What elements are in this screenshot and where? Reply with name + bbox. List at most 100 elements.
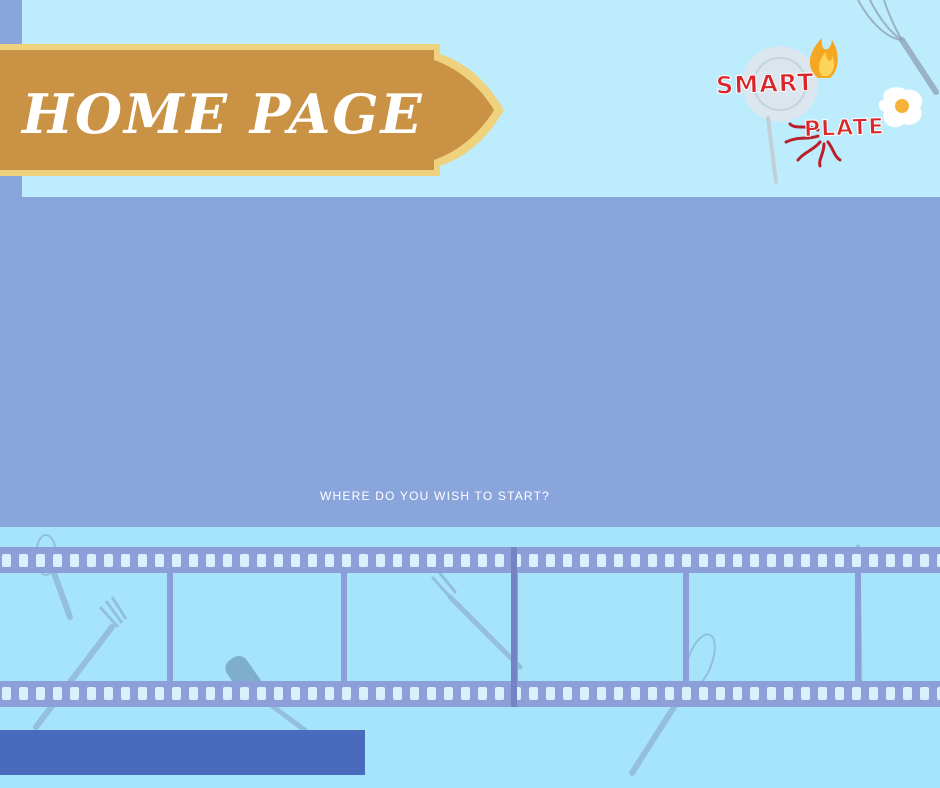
- film-hole: [36, 554, 45, 567]
- film-hole: [138, 687, 147, 700]
- film-hole: [189, 554, 198, 567]
- film-hole: [631, 687, 640, 700]
- logo-word-smart: SMART: [715, 68, 815, 100]
- film-hole: [325, 554, 334, 567]
- film-hole: [835, 687, 844, 700]
- film-hole: [70, 554, 79, 567]
- film-hole: [529, 554, 538, 567]
- film-hole: [444, 687, 453, 700]
- film-hole: [648, 687, 657, 700]
- film-hole: [427, 554, 436, 567]
- film-hole: [852, 687, 861, 700]
- film-hole: [257, 554, 266, 567]
- film-hole: [376, 554, 385, 567]
- film-hole: [903, 687, 912, 700]
- film-hole: [206, 687, 215, 700]
- film-hole: [750, 554, 759, 567]
- film-hole: [614, 554, 623, 567]
- logo-word-plate: PLATE: [803, 114, 885, 143]
- film-hole: [682, 554, 691, 567]
- film-hole: [240, 554, 249, 567]
- film-hole: [342, 687, 351, 700]
- film-hole: [308, 554, 317, 567]
- film-hole: [206, 554, 215, 567]
- film-hole: [835, 554, 844, 567]
- film-hole: [393, 554, 402, 567]
- fork-icon: [33, 596, 128, 730]
- film-hole: [36, 687, 45, 700]
- film-hole: [155, 554, 164, 567]
- film-hole: [665, 554, 674, 567]
- film-hole: [614, 687, 623, 700]
- fork-icon: [766, 116, 778, 184]
- film-hole: [104, 687, 113, 700]
- film-hole: [495, 554, 504, 567]
- film-hole: [869, 687, 878, 700]
- film-hole: [104, 554, 113, 567]
- film-hole: [291, 687, 300, 700]
- film-hole: [648, 554, 657, 567]
- film-hole: [478, 687, 487, 700]
- film-hole: [750, 687, 759, 700]
- film-hole: [597, 687, 606, 700]
- film-hole: [121, 687, 130, 700]
- film-hole: [580, 554, 589, 567]
- film-hole: [87, 687, 96, 700]
- film-hole: [359, 554, 368, 567]
- film-seam: [511, 547, 517, 707]
- film-hole: [716, 554, 725, 567]
- film-hole: [376, 687, 385, 700]
- film-hole: [801, 687, 810, 700]
- film-hole: [580, 687, 589, 700]
- film-hole: [767, 687, 776, 700]
- film-hole: [172, 687, 181, 700]
- film-hole: [699, 554, 708, 567]
- film-hole: [461, 554, 470, 567]
- film-hole: [427, 687, 436, 700]
- film-strip: [0, 547, 940, 707]
- film-hole: [2, 554, 11, 567]
- film-hole: [19, 554, 28, 567]
- film-hole: [189, 687, 198, 700]
- film-hole: [121, 554, 130, 567]
- film-hole: [716, 687, 725, 700]
- film-hole: [444, 554, 453, 567]
- smart-plate-logo: SMART PLATE: [700, 0, 940, 190]
- film-frame-divider: [341, 573, 347, 681]
- film-hole: [70, 687, 79, 700]
- film-hole: [597, 554, 606, 567]
- film-hole: [291, 554, 300, 567]
- film-hole: [495, 687, 504, 700]
- film-hole: [223, 554, 232, 567]
- film-hole: [920, 687, 929, 700]
- film-frame-divider: [683, 573, 689, 681]
- film-hole: [784, 687, 793, 700]
- film-hole: [223, 687, 232, 700]
- film-hole: [529, 687, 538, 700]
- film-hole: [274, 687, 283, 700]
- film-hole: [240, 687, 249, 700]
- film-hole: [274, 554, 283, 567]
- film-hole: [172, 554, 181, 567]
- film-hole: [359, 687, 368, 700]
- film-hole: [631, 554, 640, 567]
- film-hole: [920, 554, 929, 567]
- film-hole: [852, 554, 861, 567]
- film-hole: [733, 554, 742, 567]
- film-hole: [563, 554, 572, 567]
- film-hole: [410, 554, 419, 567]
- film-hole: [19, 687, 28, 700]
- film-hole: [699, 687, 708, 700]
- film-hole: [903, 554, 912, 567]
- film-hole: [138, 554, 147, 567]
- film-hole: [325, 687, 334, 700]
- film-hole: [784, 554, 793, 567]
- page-title: HOME PAGE: [22, 82, 424, 146]
- main-panel: WHERE DO YOU WISH TO START?: [0, 197, 940, 527]
- film-hole: [886, 687, 895, 700]
- film-hole: [87, 554, 96, 567]
- film-hole: [53, 687, 62, 700]
- film-hole: [257, 687, 266, 700]
- film-hole: [546, 554, 555, 567]
- fork-icon: [430, 570, 523, 670]
